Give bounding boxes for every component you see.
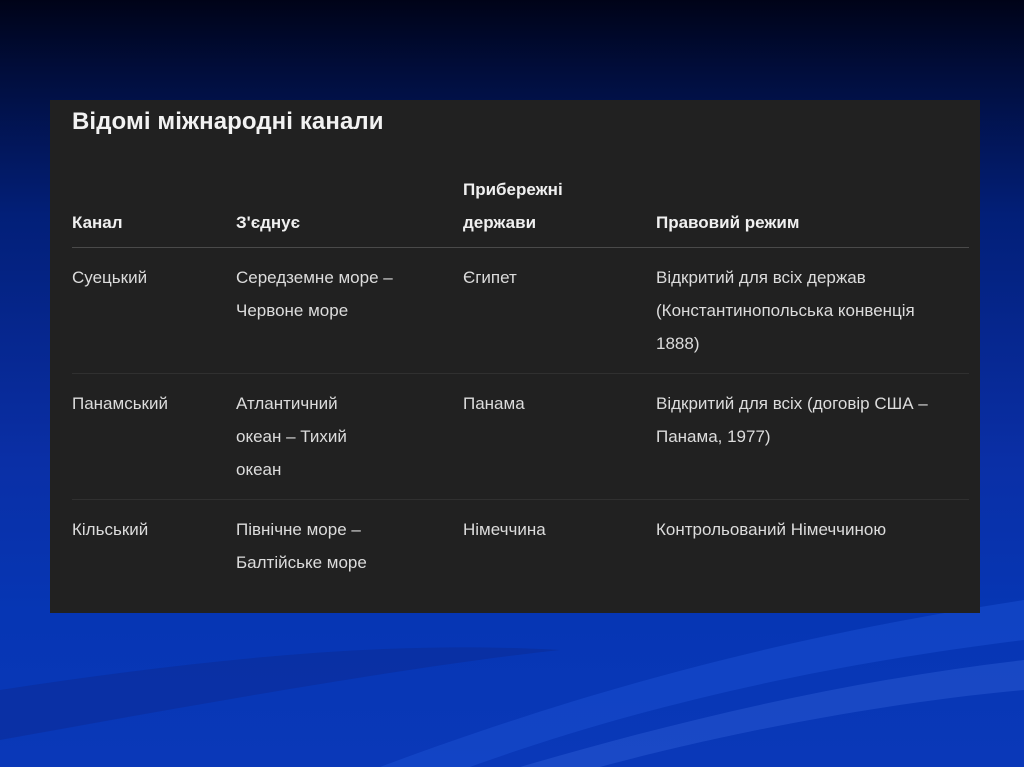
- content-panel: Відомі міжнародні канали Канал З'єднує П…: [50, 100, 980, 613]
- table-header-row: Канал З'єднує Прибережні держави Правови…: [72, 168, 969, 248]
- cell-coastal-states: Єгипет: [463, 247, 656, 374]
- canals-table: Канал З'єднує Прибережні держави Правови…: [72, 168, 969, 592]
- table-row: Кільський Північне море – Балтійське мор…: [72, 500, 969, 593]
- cell-connects: Середземне море – Червоне море: [236, 247, 463, 374]
- cell-canal: Суецький: [72, 247, 236, 374]
- column-header-connects: З'єднує: [236, 168, 463, 248]
- cell-canal: Панамський: [72, 373, 236, 500]
- cell-coastal-states: Німеччина: [463, 520, 546, 539]
- column-header-coastal-states-label: Прибережні держави: [463, 180, 563, 232]
- cell-legal-regime: Відкритий для всіх держав (Константинопо…: [656, 247, 969, 374]
- cell-connects-text: Атлантичний океан – Тихий океан: [236, 394, 347, 479]
- cell-legal-regime: Відкритий для всіх (договір США – Панама…: [656, 373, 969, 500]
- slide-title: Відомі міжнародні канали: [72, 108, 384, 135]
- column-header-legal-regime: Правовий режим: [656, 168, 969, 248]
- cell-coastal-states: Панама: [463, 373, 656, 500]
- cell-canal: Кільський: [72, 520, 149, 539]
- column-header-coastal-states: Прибережні держави: [463, 168, 656, 248]
- cell-connects-text: Північне море – Балтійське море: [236, 520, 367, 572]
- column-header-canal: Канал: [72, 168, 236, 248]
- cell-connects: Північне море – Балтійське море: [236, 500, 463, 593]
- cell-connects: Атлантичний океан – Тихий океан: [236, 373, 463, 500]
- table-row: Панамський Атлантичний океан – Тихий оке…: [72, 373, 969, 500]
- cell-legal-regime: Контрольований Німеччиною: [656, 520, 887, 539]
- table-row: Суецький Середземне море – Червоне море …: [72, 247, 969, 374]
